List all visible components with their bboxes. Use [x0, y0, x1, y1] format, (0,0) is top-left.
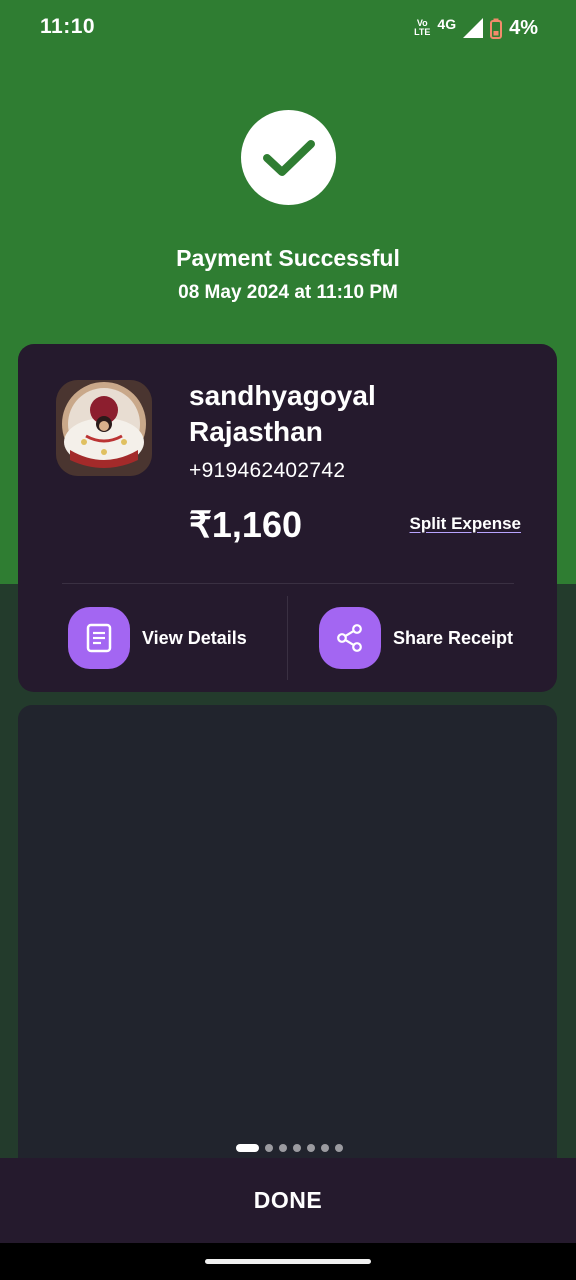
card-divider [62, 583, 514, 584]
payment-status-title: Payment Successful [176, 245, 400, 271]
status-bar: 11:10 Vo LTE 4G 4% [0, 0, 576, 56]
done-button[interactable]: DONE [0, 1158, 576, 1243]
navigation-bar [0, 1243, 576, 1280]
payee-card: sandhyagoyal Rajasthan +919462402742 ₹1,… [18, 344, 557, 692]
view-details-label: View Details [142, 627, 247, 648]
carousel-dot[interactable] [265, 1144, 273, 1152]
document-icon [68, 607, 130, 669]
promo-banner-area [18, 705, 557, 1185]
carousel-dot[interactable] [335, 1144, 343, 1152]
battery-percent: 4% [509, 16, 538, 39]
success-check-icon [241, 110, 336, 205]
carousel-indicator[interactable] [236, 1144, 343, 1152]
share-receipt-button[interactable]: Share Receipt [319, 607, 513, 669]
battery-low-icon [490, 18, 503, 39]
share-icon [319, 607, 381, 669]
view-details-button[interactable]: View Details [68, 607, 247, 669]
payee-name: sandhyagoyal [189, 380, 376, 411]
carousel-dot[interactable] [279, 1144, 287, 1152]
actions-divider [287, 596, 288, 680]
payee-phone: +919462402742 [189, 459, 346, 482]
status-icons: Vo LTE 4G 4% [414, 15, 538, 41]
split-expense-link[interactable]: Split Expense [410, 514, 521, 534]
payee-avatar [56, 380, 152, 476]
home-indicator[interactable] [205, 1259, 371, 1264]
done-bar: DONE [0, 1158, 576, 1243]
share-receipt-label: Share Receipt [393, 627, 514, 648]
status-time: 11:10 [40, 15, 96, 38]
signal-icon [463, 18, 484, 38]
carousel-dot[interactable] [236, 1144, 259, 1152]
payment-datetime: 08 May 2024 at 11:10 PM [178, 282, 398, 303]
payee-location: Rajasthan [189, 416, 323, 447]
network-type: 4G [437, 16, 457, 32]
volte-icon: Vo LTE [414, 18, 431, 37]
carousel-dot[interactable] [307, 1144, 315, 1152]
carousel-dot[interactable] [321, 1144, 329, 1152]
carousel-dot[interactable] [293, 1144, 301, 1152]
payment-amount: ₹1,160 [189, 504, 302, 545]
